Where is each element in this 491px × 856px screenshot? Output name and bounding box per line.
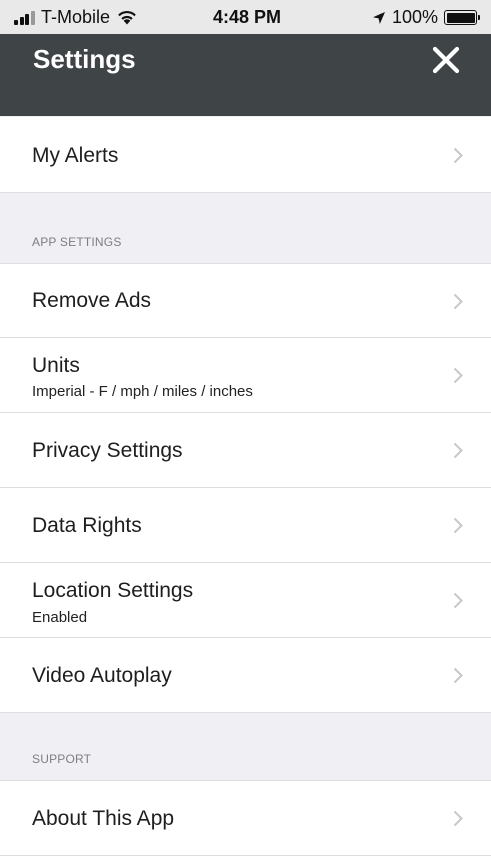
header: Settings — [0, 34, 491, 116]
status-time: 4:48 PM — [213, 7, 282, 27]
chevron-right-icon — [453, 293, 463, 310]
row-video-autoplay[interactable]: Video Autoplay — [0, 638, 491, 713]
section-support: SUPPORT — [0, 713, 491, 781]
chevron-right-icon — [453, 367, 463, 384]
row-label: Data Rights — [32, 514, 142, 537]
section-label: APP SETTINGS — [32, 235, 122, 249]
row-sublabel: Enabled — [32, 609, 88, 626]
chevron-right-icon — [453, 517, 463, 534]
chevron-right-icon — [453, 147, 463, 164]
wifi-icon — [118, 10, 136, 25]
row-data-rights[interactable]: Data Rights — [0, 488, 491, 563]
row-location-settings[interactable]: Location Settings Enabled — [0, 563, 491, 638]
row-privacy-settings[interactable]: Privacy Settings — [0, 413, 491, 488]
battery-icon — [444, 10, 480, 25]
status-right: 100% — [372, 7, 480, 28]
row-sublabel: Imperial - F / mph / miles / inches — [32, 383, 253, 400]
row-units[interactable]: Units Imperial - F / mph / miles / inche… — [0, 338, 491, 413]
status-left: T-Mobile — [14, 7, 137, 28]
row-label: About This App — [32, 807, 175, 830]
section-label: SUPPORT — [32, 752, 92, 766]
row-label: Video Autoplay — [32, 664, 172, 687]
close-icon[interactable] — [431, 45, 461, 75]
row-label: Remove Ads — [32, 289, 152, 312]
chevron-right-icon — [453, 592, 463, 609]
row-label: Units — [32, 354, 80, 377]
row-label: My Alerts — [32, 144, 119, 167]
chevron-right-icon — [453, 810, 463, 827]
status-bar: T-Mobile 4:48 PM 100% — [0, 0, 491, 34]
row-label: Privacy Settings — [32, 439, 183, 462]
location-arrow-icon — [372, 11, 385, 24]
chevron-right-icon — [453, 667, 463, 684]
chevron-right-icon — [453, 442, 463, 459]
carrier-label: T-Mobile — [41, 7, 111, 27]
row-my-alerts[interactable]: My Alerts — [0, 117, 491, 193]
row-about-this-app[interactable]: About This App — [0, 781, 491, 856]
row-label: Location Settings — [32, 579, 194, 602]
section-app-settings: APP SETTINGS — [0, 193, 491, 264]
page-title: Settings — [33, 44, 136, 74]
row-remove-ads[interactable]: Remove Ads — [0, 264, 491, 338]
battery-percent: 100% — [391, 7, 438, 27]
signal-icon — [14, 10, 36, 25]
